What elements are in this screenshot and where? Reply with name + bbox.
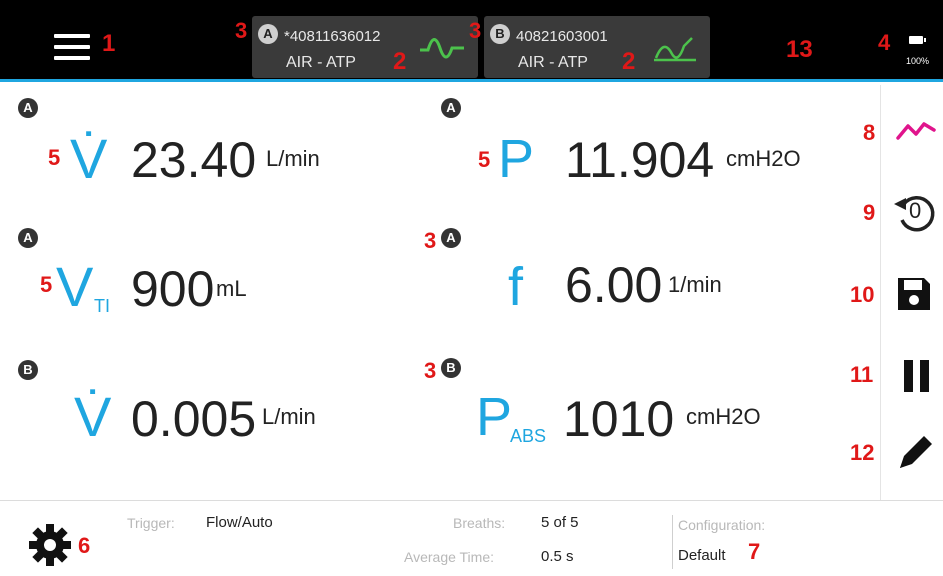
callout-3-b: 3 — [469, 18, 482, 43]
save-icon[interactable] — [896, 276, 932, 312]
trigger-value[interactable]: Flow/Auto — [206, 514, 273, 531]
flow-unit: L/min — [262, 404, 316, 429]
pressure-abs-unit: cmH2O — [686, 404, 761, 429]
device-a-gas: AIR - ATP — [286, 54, 356, 71]
zero-glyph: 0 — [909, 198, 922, 223]
configuration-label: Configuration: — [678, 517, 766, 533]
device-a-badge: A — [18, 228, 38, 248]
battery-percent: 100% — [906, 56, 930, 66]
pressure-abs-subscript: ABS — [510, 426, 547, 446]
callout-1: 1 — [102, 30, 116, 57]
callout-5: 5 — [48, 145, 61, 170]
footer: 6 Trigger: Flow/Auto Breaths: 5 of 5 Ave… — [0, 500, 943, 576]
pressure-abs-value: 1010 — [563, 391, 675, 447]
callout-6: 6 — [78, 533, 91, 558]
configuration-value[interactable]: Default — [678, 547, 726, 564]
average-time-label: Average Time: — [404, 549, 495, 565]
gear-icon[interactable] — [28, 523, 72, 567]
device-a-badge: A — [441, 98, 461, 118]
pause-icon[interactable] — [900, 360, 934, 392]
breaths-value: 5 of 5 — [541, 514, 579, 531]
device-a-badge: A — [441, 228, 461, 248]
flow-symbol: V̇ — [74, 385, 112, 448]
callout-2-b: 2 — [622, 48, 636, 75]
breaths-label: Breaths: — [453, 515, 506, 531]
breath-wave-icon — [654, 37, 696, 62]
callout-2-a: 2 — [393, 48, 407, 75]
callout-11: 11 — [850, 362, 874, 387]
callout-10: 10 — [850, 282, 875, 307]
flow-value: 0.005 — [131, 391, 257, 447]
zero-reset-icon[interactable]: 0 — [888, 190, 940, 234]
sine-wave-icon — [420, 38, 464, 59]
device-a-badge: A — [18, 98, 38, 118]
trend-chart-icon[interactable] — [896, 118, 936, 144]
pressure-symbol: P — [498, 129, 535, 189]
callout-5: 5 — [478, 147, 491, 172]
callout-4: 4 — [878, 30, 891, 55]
trigger-label: Trigger: — [127, 515, 175, 531]
pressure-value: 11.904 — [565, 132, 715, 188]
device-a-panel[interactable]: A *40811636012 AIR - ATP — [252, 16, 478, 78]
frequency-value: 6.00 — [565, 257, 663, 313]
volume-subscript: TI — [94, 296, 110, 316]
device-b-badge: B — [490, 24, 510, 44]
device-b-badge: B — [441, 358, 461, 378]
device-b-badge: B — [18, 360, 38, 380]
callout-13: 13 — [786, 36, 813, 63]
edit-pencil-icon[interactable] — [896, 432, 936, 472]
callout-3: 3 — [424, 228, 437, 253]
battery-icon — [909, 36, 926, 44]
callout-7: 7 — [748, 539, 761, 564]
device-b-panel[interactable]: B 40821603001 AIR - ATP — [484, 16, 710, 78]
pressure-abs-symbol: P — [476, 387, 513, 447]
callout-5: 5 — [40, 272, 53, 297]
frequency-unit: 1/min — [668, 272, 722, 297]
volume-value: 900 — [131, 261, 215, 317]
device-a-badge: A — [258, 24, 278, 44]
flow-value: 23.40 — [131, 132, 257, 188]
frequency-symbol: f — [508, 257, 524, 317]
device-a-serial: *40811636012 — [284, 28, 381, 45]
flow-unit: L/min — [266, 146, 320, 171]
device-b-gas: AIR - ATP — [518, 54, 588, 71]
average-time-value: 0.5 s — [541, 548, 574, 565]
top-bar: 1 A *40811636012 AIR - ATP 3 2 B 4082160… — [0, 0, 943, 82]
volume-unit: mL — [216, 276, 247, 301]
callout-9: 9 — [863, 200, 876, 225]
pressure-unit: cmH2O — [726, 146, 801, 171]
device-b-serial: 40821603001 — [516, 28, 608, 45]
footer-divider — [672, 515, 673, 569]
callout-3: 3 — [424, 358, 437, 383]
hamburger-menu-icon[interactable] — [54, 34, 90, 62]
flow-symbol: V̇ — [70, 127, 108, 190]
callout-12: 12 — [850, 440, 875, 465]
callout-3-a: 3 — [235, 18, 248, 43]
volume-symbol: V — [56, 255, 94, 318]
callout-8: 8 — [863, 120, 876, 145]
